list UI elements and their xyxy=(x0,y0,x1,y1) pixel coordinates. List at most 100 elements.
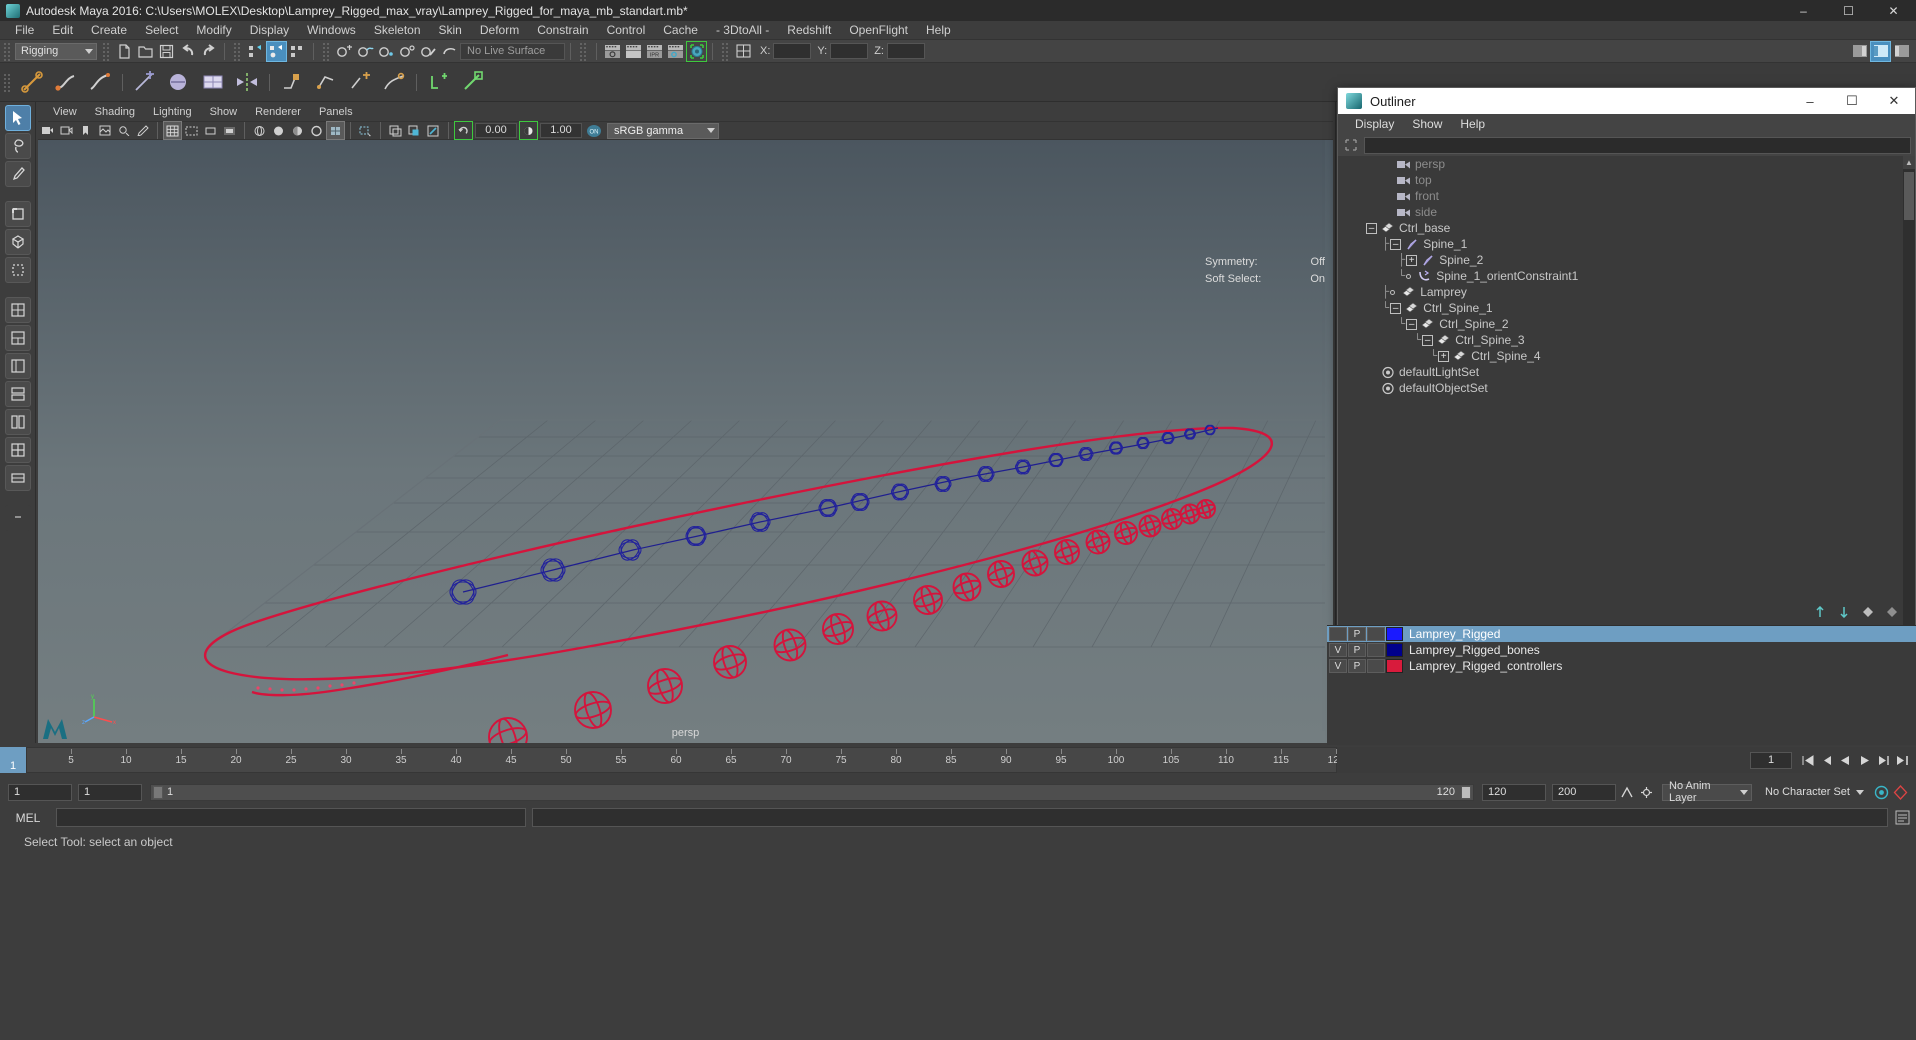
outliner-item[interactable]: └ – Ctrl_Spine_1 xyxy=(1338,300,1915,316)
outliner-item[interactable]: ├ – Spine_1 xyxy=(1338,236,1915,252)
layer-visibility-toggle[interactable] xyxy=(1329,627,1347,641)
snap-to-grid-button[interactable] xyxy=(335,42,354,61)
key-out-tangent-icon[interactable] xyxy=(1838,606,1850,618)
outliner-item[interactable]: └ – Ctrl_Spine_2 xyxy=(1338,316,1915,332)
collapse-expander-icon[interactable]: – xyxy=(1390,238,1402,250)
textured-icon[interactable] xyxy=(357,122,374,139)
live-surface-field[interactable]: No Live Surface xyxy=(460,42,565,60)
lasso-tool-button[interactable] xyxy=(4,133,31,159)
toolbar-grip-5[interactable] xyxy=(579,41,588,61)
quick-layout-outliner-button[interactable] xyxy=(4,353,31,379)
panel-menu-view[interactable]: View xyxy=(44,104,86,121)
menu-item-skin[interactable]: Skin xyxy=(430,21,471,40)
scale-tool-button[interactable] xyxy=(4,257,31,283)
menu-item-edit[interactable]: Edit xyxy=(43,21,82,40)
show-channel-box-button[interactable] xyxy=(1892,42,1911,61)
redo-button[interactable] xyxy=(199,42,218,61)
layer-playback-toggle[interactable]: P xyxy=(1348,627,1366,641)
menu-item-cache[interactable]: Cache xyxy=(654,21,707,40)
two-d-pan-zoom-icon[interactable] xyxy=(115,122,132,139)
snap-to-projected-center-button[interactable] xyxy=(398,42,417,61)
z-coordinate-field[interactable] xyxy=(886,43,925,59)
outliner-menu-help[interactable]: Help xyxy=(1451,114,1494,134)
save-scene-button[interactable] xyxy=(157,42,176,61)
go-to-start-icon[interactable] xyxy=(1798,752,1817,769)
outliner-item[interactable]: defaultLightSet xyxy=(1338,364,1915,380)
parent-constraint-button[interactable] xyxy=(424,67,454,98)
layer-color-swatch[interactable] xyxy=(1386,627,1403,641)
bind-skin-button[interactable] xyxy=(130,67,160,98)
ipr-render-button[interactable]: IPR xyxy=(645,42,664,61)
menu-item-constrain[interactable]: Constrain xyxy=(528,21,597,40)
xray-shading-icon[interactable] xyxy=(406,122,423,139)
scroll-up-arrow-icon[interactable]: ▲ xyxy=(1903,156,1915,169)
move-tool-button[interactable] xyxy=(4,201,31,227)
layer-color-swatch[interactable] xyxy=(1386,659,1403,673)
toolbar-grip-2[interactable] xyxy=(102,41,111,61)
expand-expander-icon[interactable]: + xyxy=(1406,254,1418,266)
ik-spline-handle-button[interactable] xyxy=(85,67,115,98)
open-scene-button[interactable] xyxy=(136,42,155,61)
layer-display-type-toggle[interactable] xyxy=(1367,659,1385,673)
outliner-menu-show[interactable]: Show xyxy=(1403,114,1451,134)
animation-start-field[interactable]: 1 xyxy=(78,783,142,801)
snap-to-point-button[interactable] xyxy=(377,42,396,61)
toolbar-grip-3[interactable] xyxy=(233,41,242,61)
playback-end-field[interactable]: 200 xyxy=(1552,783,1616,801)
ik-handle-tool-button[interactable] xyxy=(51,67,81,98)
display-layer-row[interactable]: V P Lamprey_Rigged_controllers xyxy=(1327,658,1916,674)
key-icon[interactable] xyxy=(1872,784,1891,801)
input-line-mode-button[interactable] xyxy=(734,42,753,61)
render-settings-button[interactable] xyxy=(666,42,685,61)
range-start-handle[interactable] xyxy=(153,785,163,799)
toolbar-grip[interactable] xyxy=(3,41,12,61)
outliner-search-input[interactable] xyxy=(1364,136,1911,154)
menu-item-display[interactable]: Display xyxy=(241,21,298,40)
layer-display-type-toggle[interactable] xyxy=(1367,627,1385,641)
outliner-item[interactable]: └ – Ctrl_Spine_3 xyxy=(1338,332,1915,348)
select-object-button[interactable] xyxy=(266,40,287,62)
image-plane-icon[interactable] xyxy=(96,122,113,139)
select-camera-icon[interactable] xyxy=(39,122,56,139)
outliner-maximize-button[interactable]: ☐ xyxy=(1831,88,1873,114)
go-to-end-icon[interactable] xyxy=(1893,752,1912,769)
exposure-field[interactable]: 0.00 xyxy=(475,123,517,138)
quick-layout-single-button[interactable] xyxy=(4,297,31,323)
outliner-item[interactable]: persp xyxy=(1338,156,1915,172)
script-editor-icon[interactable] xyxy=(1893,809,1912,826)
anim-layer-selector[interactable]: No Anim Layer xyxy=(1662,780,1752,804)
cluster-deformer-button[interactable] xyxy=(277,67,307,98)
blend-shape-button[interactable] xyxy=(379,67,409,98)
character-set-selector[interactable]: No Character Set xyxy=(1758,783,1868,801)
smooth-shade-selected-icon[interactable] xyxy=(289,122,306,139)
layer-display-type-toggle[interactable] xyxy=(1367,643,1385,657)
menu-item-control[interactable]: Control xyxy=(598,21,655,40)
play-forwards-icon[interactable] xyxy=(1855,752,1874,769)
current-time-field[interactable]: 1 xyxy=(1750,751,1792,769)
y-coordinate-field[interactable] xyxy=(830,43,869,59)
play-backwards-icon[interactable] xyxy=(1836,752,1855,769)
maximize-button[interactable]: ☐ xyxy=(1826,0,1871,21)
keyframe-marker-icon[interactable] xyxy=(1891,784,1910,801)
outliner-item[interactable]: side xyxy=(1338,204,1915,220)
quick-layout-hypershade-button[interactable] xyxy=(4,381,31,407)
outliner-minimize-button[interactable]: – xyxy=(1789,88,1831,114)
auto-key-icon[interactable] xyxy=(1618,784,1637,801)
outliner-item[interactable]: └ + Ctrl_Spine_4 xyxy=(1338,348,1915,364)
mirror-skin-weights-button[interactable] xyxy=(232,67,262,98)
resolution-gate-icon[interactable] xyxy=(202,122,219,139)
collapse-expander-icon[interactable]: – xyxy=(1366,222,1377,234)
command-line-input[interactable] xyxy=(56,808,526,827)
key-diamond-icon[interactable] xyxy=(1862,606,1874,618)
step-back-frame-icon[interactable] xyxy=(1817,752,1836,769)
expand-expander-icon[interactable]: + xyxy=(1438,350,1450,362)
time-slider-track[interactable]: 5 10 15 20 25 30 35 40 45 50 55 60 65 70 75 80 85 90 95 100… xyxy=(26,747,1344,773)
range-start-field[interactable]: 1 xyxy=(8,783,72,801)
film-gate-icon[interactable] xyxy=(183,122,200,139)
quick-layout-four-view-button[interactable] xyxy=(4,437,31,463)
lattice-deformer-button[interactable] xyxy=(311,67,341,98)
menu-item-select[interactable]: Select xyxy=(136,21,187,40)
outliner-item[interactable]: front xyxy=(1338,188,1915,204)
rotate-tool-button[interactable] xyxy=(4,229,31,255)
menu-item-windows[interactable]: Windows xyxy=(298,21,365,40)
